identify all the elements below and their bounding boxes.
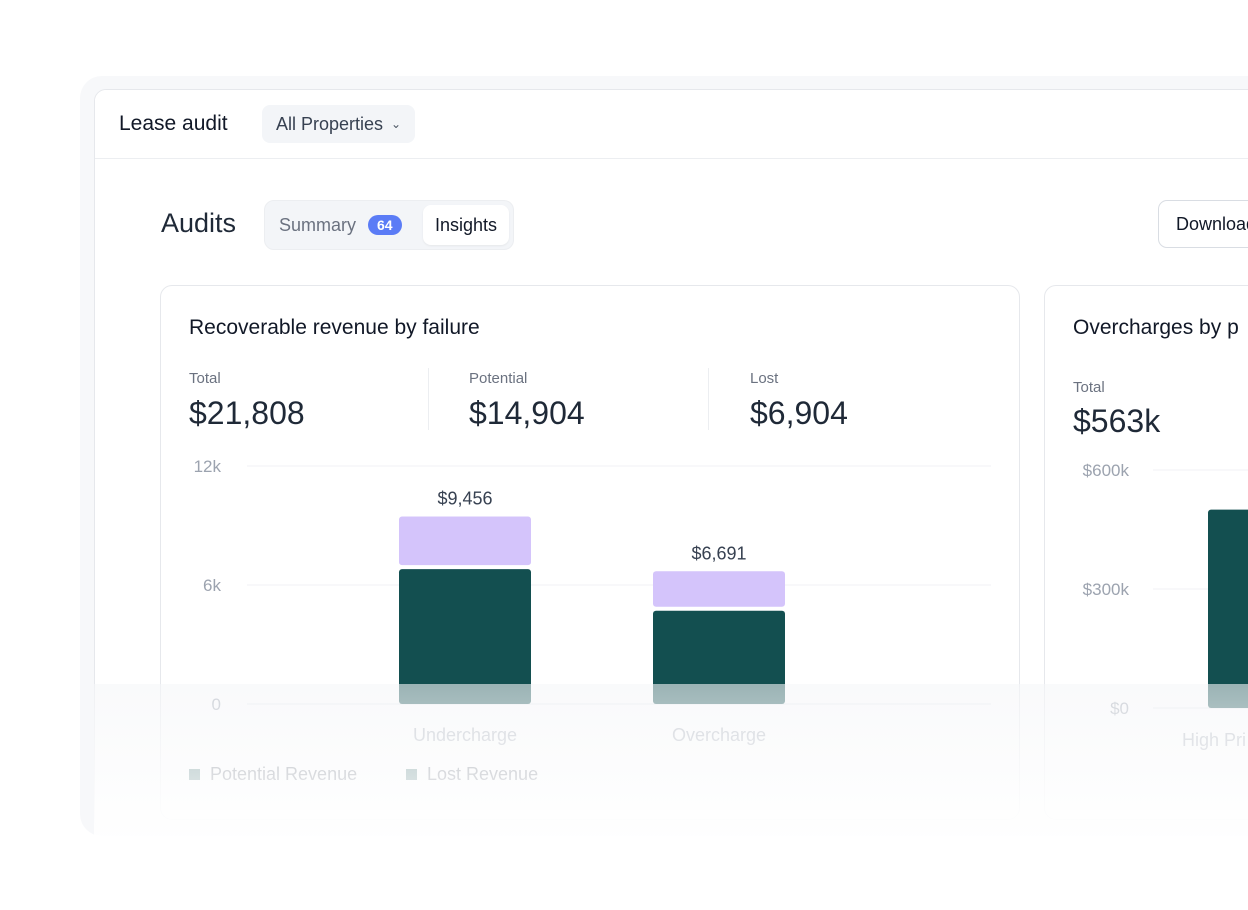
legend-label: Potential Revenue (210, 764, 358, 784)
card-title: Recoverable revenue by failure (189, 316, 480, 339)
bar-lost-revenue (653, 610, 785, 704)
view-tabs: Summary 64 Insights (264, 200, 514, 250)
app-title: Lease audit (119, 112, 228, 135)
tab-summary-label: Summary (279, 214, 357, 235)
stat-total-label: Total (189, 370, 221, 387)
y-tick-label: $0 (1110, 699, 1129, 718)
stat-total-label: Total (1073, 379, 1105, 396)
bar-potential-revenue (399, 516, 531, 566)
y-tick-label: 6k (203, 576, 221, 595)
download-button[interactable]: Download (1158, 200, 1248, 248)
property-filter-label: All Properties (276, 113, 384, 134)
app-window: Lease audit All Properties ⌄ Audits Summ… (94, 89, 1248, 831)
summary-count-badge: 64 (368, 215, 402, 235)
recoverable-revenue-card: Recoverable revenue by failure Total $21… (160, 285, 1020, 820)
bar-total-label: $9,456 (437, 488, 492, 508)
stat-lost-label: Lost (750, 370, 779, 387)
legend-potential: Potential Revenue (189, 764, 357, 785)
overcharges-bar-chart: $0 $300k $600k High Pri (1083, 461, 1248, 750)
legend-label: Lost Revenue (427, 764, 539, 784)
y-tick-label: 12k (194, 457, 222, 476)
property-filter-select[interactable]: All Properties ⌄ (262, 105, 416, 143)
stat-potential-value: $14,904 (469, 395, 585, 431)
top-bar: Lease audit All Properties ⌄ (95, 90, 1248, 159)
stat-total-value: $21,808 (189, 395, 305, 431)
x-tick-label: High Pri (1182, 730, 1246, 750)
revenue-bar-chart: 0 6k 12k $9,456 Undercharge $6,691 Overcharge (194, 457, 991, 745)
stat-lost-value: $6,904 (750, 395, 848, 431)
tab-insights[interactable]: Insights (423, 205, 509, 245)
stat-divider (428, 368, 429, 430)
bar-potential-revenue (653, 571, 785, 607)
y-tick-label: $600k (1083, 461, 1130, 480)
tab-summary[interactable]: Summary 64 (279, 201, 402, 249)
chevron-down-icon: ⌄ (391, 117, 402, 131)
stat-divider (708, 368, 709, 430)
y-tick-label: 0 (212, 695, 221, 714)
legend-swatch (189, 769, 200, 780)
bar-overcharge (1208, 509, 1248, 708)
stat-total-value: $563k (1073, 403, 1161, 439)
x-tick-label: Overcharge (672, 725, 766, 745)
page-title: Audits (161, 208, 237, 238)
bar-lost-revenue (399, 569, 531, 704)
bar-total-label: $6,691 (691, 543, 746, 563)
legend-lost: Lost Revenue (406, 764, 538, 785)
legend-swatch (406, 769, 417, 780)
overcharges-card: Overcharges by p Total $563k $0 $300k $600… (1044, 285, 1248, 820)
stat-potential-label: Potential (469, 370, 528, 387)
x-tick-label: Undercharge (413, 725, 517, 745)
card-title: Overcharges by p (1073, 316, 1239, 339)
y-tick-label: $300k (1083, 580, 1130, 599)
